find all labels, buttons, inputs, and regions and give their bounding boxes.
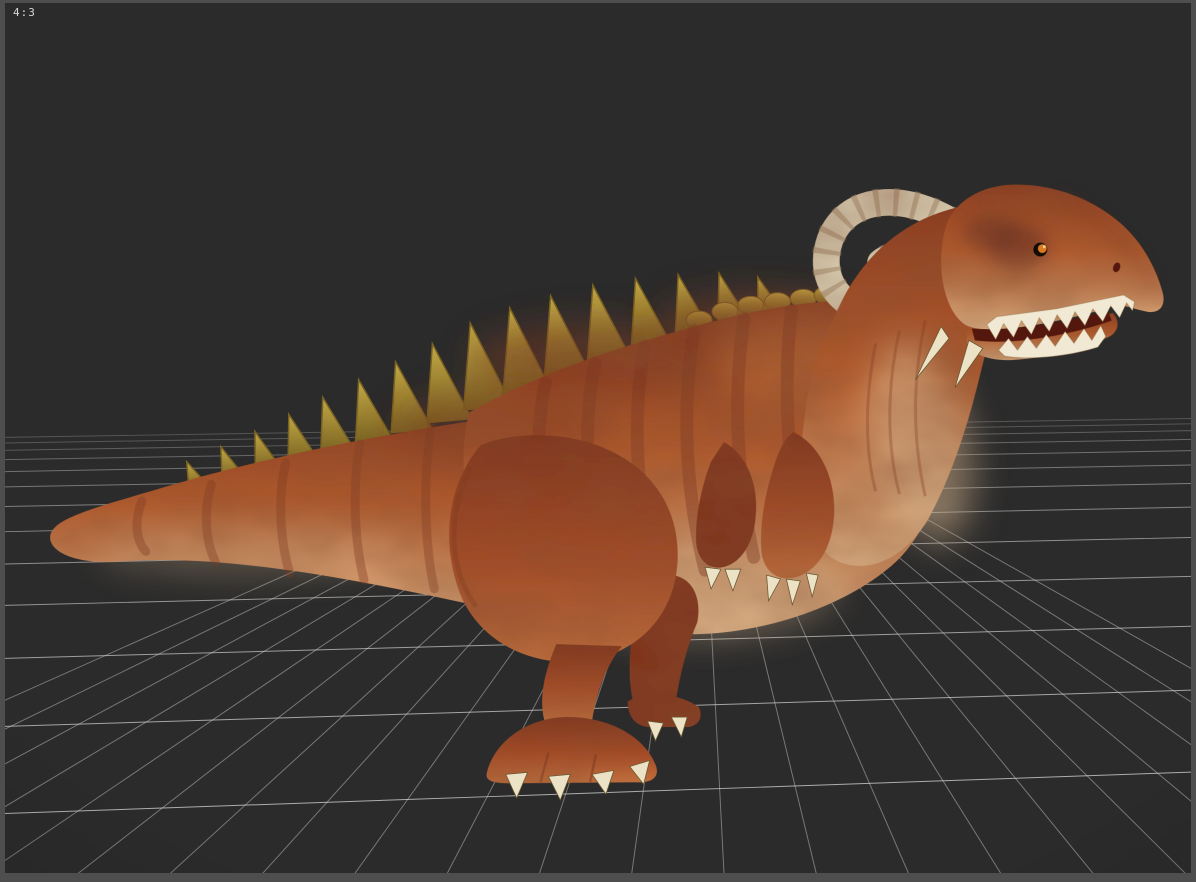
3d-viewport[interactable]: 4:3: [5, 3, 1191, 873]
near-shin: [542, 644, 622, 722]
eye: [1033, 242, 1048, 257]
near-foot: [486, 717, 657, 784]
viewport-canvas[interactable]: [5, 3, 1191, 873]
foot-claw: [505, 771, 529, 800]
aspect-ratio-label: 4:3: [13, 6, 36, 19]
back-spike: [354, 377, 394, 444]
far-hind-foot: [627, 695, 701, 728]
creature-model[interactable]: [50, 184, 1164, 784]
foot-claw: [547, 773, 571, 801]
foot-claw: [646, 720, 665, 742]
shading-blob: [963, 215, 1020, 251]
